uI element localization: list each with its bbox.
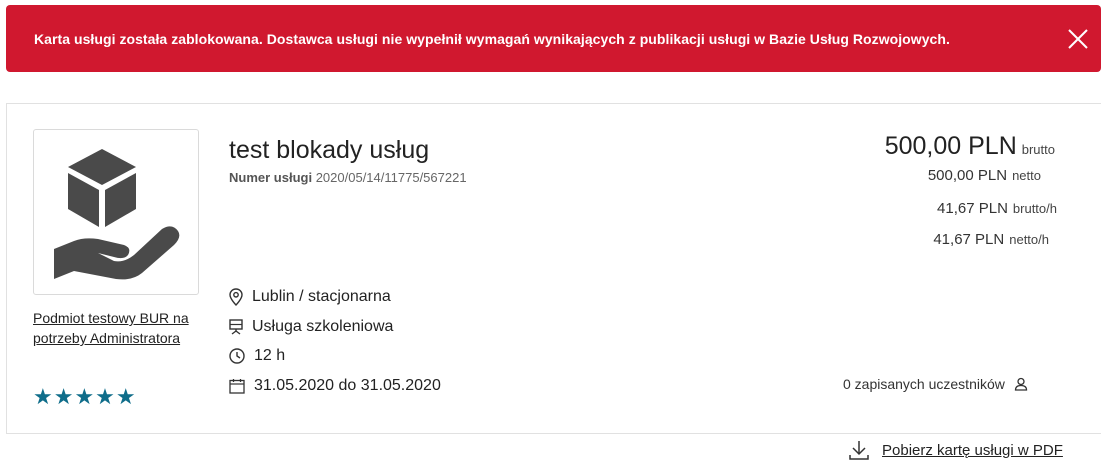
dates-row: 31.05.2020 do 31.05.2020 [229, 377, 441, 395]
price-net-per-hour-label: netto/h [1009, 232, 1049, 247]
location-text: Lublin / stacjonarna [252, 288, 391, 305]
presentation-board-icon [229, 319, 243, 335]
service-number-label: Numer usługi [229, 170, 313, 185]
service-number: Numer usługi 2020/05/14/11775/567221 [229, 170, 467, 185]
service-type-text: Usługa szkoleniowa [252, 318, 394, 335]
calendar-icon [229, 379, 245, 394]
provider-link[interactable]: Podmiot testowy BUR na potrzeby Administ… [33, 308, 203, 348]
price-gross: 500,00 PLN brutto [885, 132, 1055, 161]
rating-stars: ★★★★★ [33, 384, 137, 409]
location-row: Lublin / stacjonarna [229, 288, 391, 306]
price-net: 500,00 PLN netto [928, 167, 1041, 184]
service-thumbnail [33, 129, 199, 295]
duration-row: 12 h [229, 347, 285, 365]
duration-text: 12 h [254, 347, 286, 364]
participants-text: 0 zapisanych uczestników [843, 376, 1005, 392]
blocked-service-alert: Karta usługi została zablokowana. Dostaw… [6, 5, 1101, 72]
close-icon[interactable] [1065, 26, 1091, 52]
price-gross-label: brutto [1021, 142, 1055, 157]
download-pdf-link[interactable]: Pobierz kartę usługi w PDF [848, 439, 1063, 461]
hand-with-box-icon [54, 149, 180, 280]
clock-icon [229, 348, 245, 364]
service-title: test blokady usług [229, 136, 430, 164]
price-gross-per-hour: 41,67 PLN brutto/h [937, 200, 1057, 217]
price-gross-value: 500,00 PLN [884, 132, 1017, 160]
price-net-label: netto [1012, 168, 1041, 183]
alert-message: Karta usługi została zablokowana. Dostaw… [34, 31, 950, 47]
price-net-per-hour: 41,67 PLN netto/h [933, 231, 1049, 248]
dates-text: 31.05.2020 do 31.05.2020 [254, 377, 441, 394]
service-number-value: 2020/05/14/11775/567221 [315, 170, 467, 185]
price-net-value: 500,00 PLN [927, 167, 1008, 184]
download-pdf-label[interactable]: Pobierz kartę usługi w PDF [882, 442, 1063, 459]
user-icon [1014, 377, 1028, 391]
price-gross-per-hour-label: brutto/h [1012, 201, 1057, 216]
participants-count: 0 zapisanych uczestników [843, 376, 1028, 392]
location-pin-icon [229, 288, 243, 306]
service-type-row: Usługa szkoleniowa [229, 318, 393, 336]
download-icon [849, 441, 869, 460]
price-gross-per-hour-value: 41,67 PLN [937, 200, 1008, 217]
price-net-per-hour-value: 41,67 PLN [933, 231, 1005, 248]
